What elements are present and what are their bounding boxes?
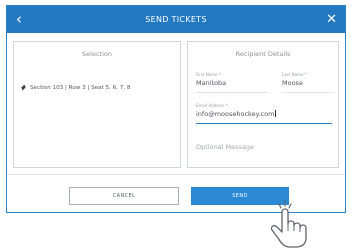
dialog-title: SEND TICKETS [145, 15, 207, 24]
selection-panel: Selection Section 103 | Row 3 | Seat 5, … [13, 41, 181, 168]
optional-message-input[interactable]: Optional Message [196, 143, 254, 151]
email-underline [196, 123, 332, 124]
dialog-header: ‹ SEND TICKETS ✕ [7, 6, 345, 33]
first-name-field[interactable]: First Name * Manitoba [196, 72, 268, 93]
cancel-button[interactable]: CANCEL [69, 187, 179, 205]
first-name-label: First Name * [196, 72, 221, 77]
recipient-panel: Recipient Details First Name * Manitoba … [187, 41, 339, 168]
recipient-heading: Recipient Details [235, 50, 291, 58]
email-value-row: info@moosehockey.com [196, 110, 332, 118]
seat-details-text: Section 103 | Row 3 | Seat 5, 6, 7, 8 [30, 84, 131, 91]
hand-pointer-icon [270, 200, 307, 248]
email-label: Email Address * [196, 103, 228, 108]
send-tickets-dialog: ‹ SEND TICKETS ✕ Selection Section 103 |… [6, 5, 346, 213]
last-name-label: Last Name * [282, 72, 307, 77]
selection-heading: Selection [82, 50, 112, 58]
last-name-field[interactable]: Last Name * Moose [282, 72, 334, 93]
text-caret [274, 110, 276, 117]
footer-divider [7, 174, 345, 175]
ticket-icon [20, 84, 27, 91]
seat-selection-item[interactable]: Section 103 | Row 3 | Seat 5, 6, 7, 8 [20, 84, 130, 91]
close-icon[interactable]: ✕ [326, 9, 337, 30]
email-value: info@moosehockey.com [196, 110, 275, 118]
email-field[interactable]: Email Address * info@moosehockey.com [196, 103, 332, 124]
first-name-value: Manitoba [196, 79, 227, 87]
last-name-value: Moose [282, 79, 303, 87]
first-name-underline [196, 92, 268, 93]
last-name-underline [282, 92, 334, 93]
